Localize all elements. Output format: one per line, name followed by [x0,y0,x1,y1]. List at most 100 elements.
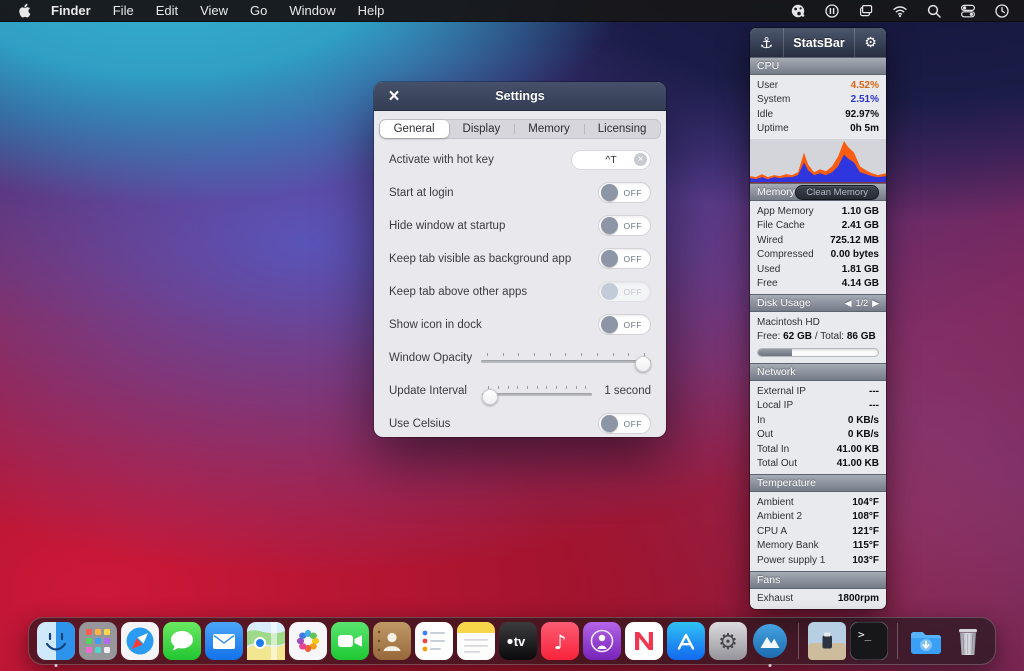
close-icon[interactable]: × [383,86,405,108]
tab-display[interactable]: Display [449,120,515,138]
statsbar-panel: ⚓ StatsBar ⚙ CPU User4.52%System2.51%Idl… [750,28,886,609]
pager-prev-icon[interactable]: ◀ [845,298,852,309]
stat-row: In0 KB/s [750,413,886,428]
stat-row: External IP--- [750,384,886,399]
tab-licensing[interactable]: Licensing [584,120,661,138]
dock-icon-facetime[interactable] [331,622,369,660]
tick-mark [613,353,614,356]
dock-icon-downloads[interactable] [907,622,945,660]
dock-icon-terminal[interactable]: >_ [850,622,888,660]
stat-value: 115°F [853,540,879,551]
setting-label: Start at login [389,187,598,199]
dock-icon-music[interactable]: ♪ [541,622,579,660]
stat-value: 2.41 GB [842,220,879,231]
toggle-show-icon-in-dock[interactable]: OFF [598,314,651,335]
tick-mark [566,386,567,389]
toggle-start-at-login[interactable]: OFF [598,182,651,203]
stat-label: Power supply 1 [757,555,852,566]
toggle-keep-tab-visible-as-background-app[interactable]: OFF [598,248,651,269]
stat-row: Uptime0h 5m [750,122,886,137]
fans-section-header: Fans [750,571,886,589]
slider-thumb[interactable] [482,389,498,405]
stat-label: Wired [757,235,830,246]
cpu-section-header: CPU [750,57,886,75]
clean-memory-button[interactable]: Clean Memory [795,185,879,200]
slider-thumb[interactable] [635,356,651,372]
anchor-icon[interactable]: ⚓ [750,28,784,57]
dock-icon-sysprefs[interactable]: ⚙ [709,622,747,660]
menu-item-go[interactable]: Go [250,3,267,18]
dock-icon-image-file[interactable] [808,622,846,660]
dock-icon-maps[interactable] [247,622,285,660]
stat-label: Memory Bank [757,540,853,551]
slider-window-opacity[interactable] [481,353,651,363]
stat-row: User4.52% [750,78,886,93]
dock-icon-notes[interactable] [457,622,495,660]
menu-item-help[interactable]: Help [358,3,385,18]
statsbar-titlebar[interactable]: ⚓ StatsBar ⚙ [750,28,886,57]
stat-label: User [757,80,851,91]
dock-icon-news[interactable] [625,622,663,660]
menu-item-edit[interactable]: Edit [156,3,178,18]
stacked-windows-icon[interactable] [857,3,874,19]
dock-divider [897,623,898,659]
gear-icon[interactable]: ⚙ [854,28,886,57]
setting-label: Update Interval [389,385,482,397]
pager-next-icon[interactable]: ▶ [872,298,879,309]
dock-icon-finder[interactable] [37,622,75,660]
control-center-icon[interactable] [959,3,976,19]
disk-pager: ◀ 1/2 ▶ [845,298,879,309]
stat-value: 41.00 KB [837,458,879,469]
dock-icon-messages[interactable] [163,622,201,660]
toggle-use-celsius[interactable]: OFF [598,413,651,434]
dock-icon-podcasts[interactable] [583,622,621,660]
dock-icon-contacts[interactable] [373,622,411,660]
setting-label: Use Celsius [389,418,598,430]
wifi-icon[interactable] [891,3,908,19]
dock-icon-photos[interactable] [289,622,327,660]
clock-icon[interactable] [993,3,1010,19]
activity-globe-icon[interactable] [789,3,806,19]
dock: tv♪ ⚙ >_ [28,617,996,665]
stat-row: CPU A121°F [750,524,886,539]
dock-icon-appstore[interactable] [667,622,705,660]
tab-memory[interactable]: Memory [514,120,584,138]
clear-icon[interactable]: × [634,153,647,166]
stat-row: Exhaust1800rpm [750,592,886,607]
apple-menu-icon[interactable] [18,3,33,19]
settings-titlebar[interactable]: × Settings [374,82,666,111]
toggle-hide-window-at-startup[interactable]: OFF [598,215,651,236]
stat-label: Ambient [757,497,852,508]
toggle-knob [601,250,618,267]
dock-icon-reminders[interactable] [415,622,453,660]
dock-icon-trash[interactable] [949,622,987,660]
network-header-label: Network [757,366,879,378]
menubar-app-name[interactable]: Finder [51,3,91,18]
hotkey-input[interactable]: ^T× [571,150,651,170]
menu-item-view[interactable]: View [200,3,228,18]
stat-value: 41.00 KB [837,444,879,455]
menu-item-file[interactable]: File [113,3,134,18]
stat-row: Ambient104°F [750,495,886,510]
menu-item-window[interactable]: Window [289,3,335,18]
search-icon[interactable] [925,3,942,19]
slider-wrap-window-opacity [481,353,651,363]
tick-mark [527,386,528,389]
setting-row-keep-tab-visible-as-background-app: Keep tab visible as background appOFF [374,242,666,275]
dock-icon-mail[interactable] [205,622,243,660]
stat-value: 4.14 GB [842,278,879,289]
dock-icon-tv[interactable]: tv [499,622,537,660]
dock-icon-statsbar[interactable] [751,622,789,660]
pause-circle-icon[interactable] [823,3,840,19]
svg-text:>_: >_ [858,628,872,641]
tab-general[interactable]: General [380,120,449,138]
stat-row: Local IP--- [750,399,886,414]
dock-icon-launchpad[interactable] [79,622,117,660]
dock-icon-safari[interactable] [121,622,159,660]
slider-update-interval[interactable] [482,386,592,396]
tick-mark [508,386,509,389]
menu-items: File Edit View Go Window Help [113,3,385,18]
network-rows: External IP---Local IP---In0 KB/sOut0 KB… [750,381,886,474]
svg-text:⚙: ⚙ [718,630,738,655]
stat-label: File Cache [757,220,842,231]
